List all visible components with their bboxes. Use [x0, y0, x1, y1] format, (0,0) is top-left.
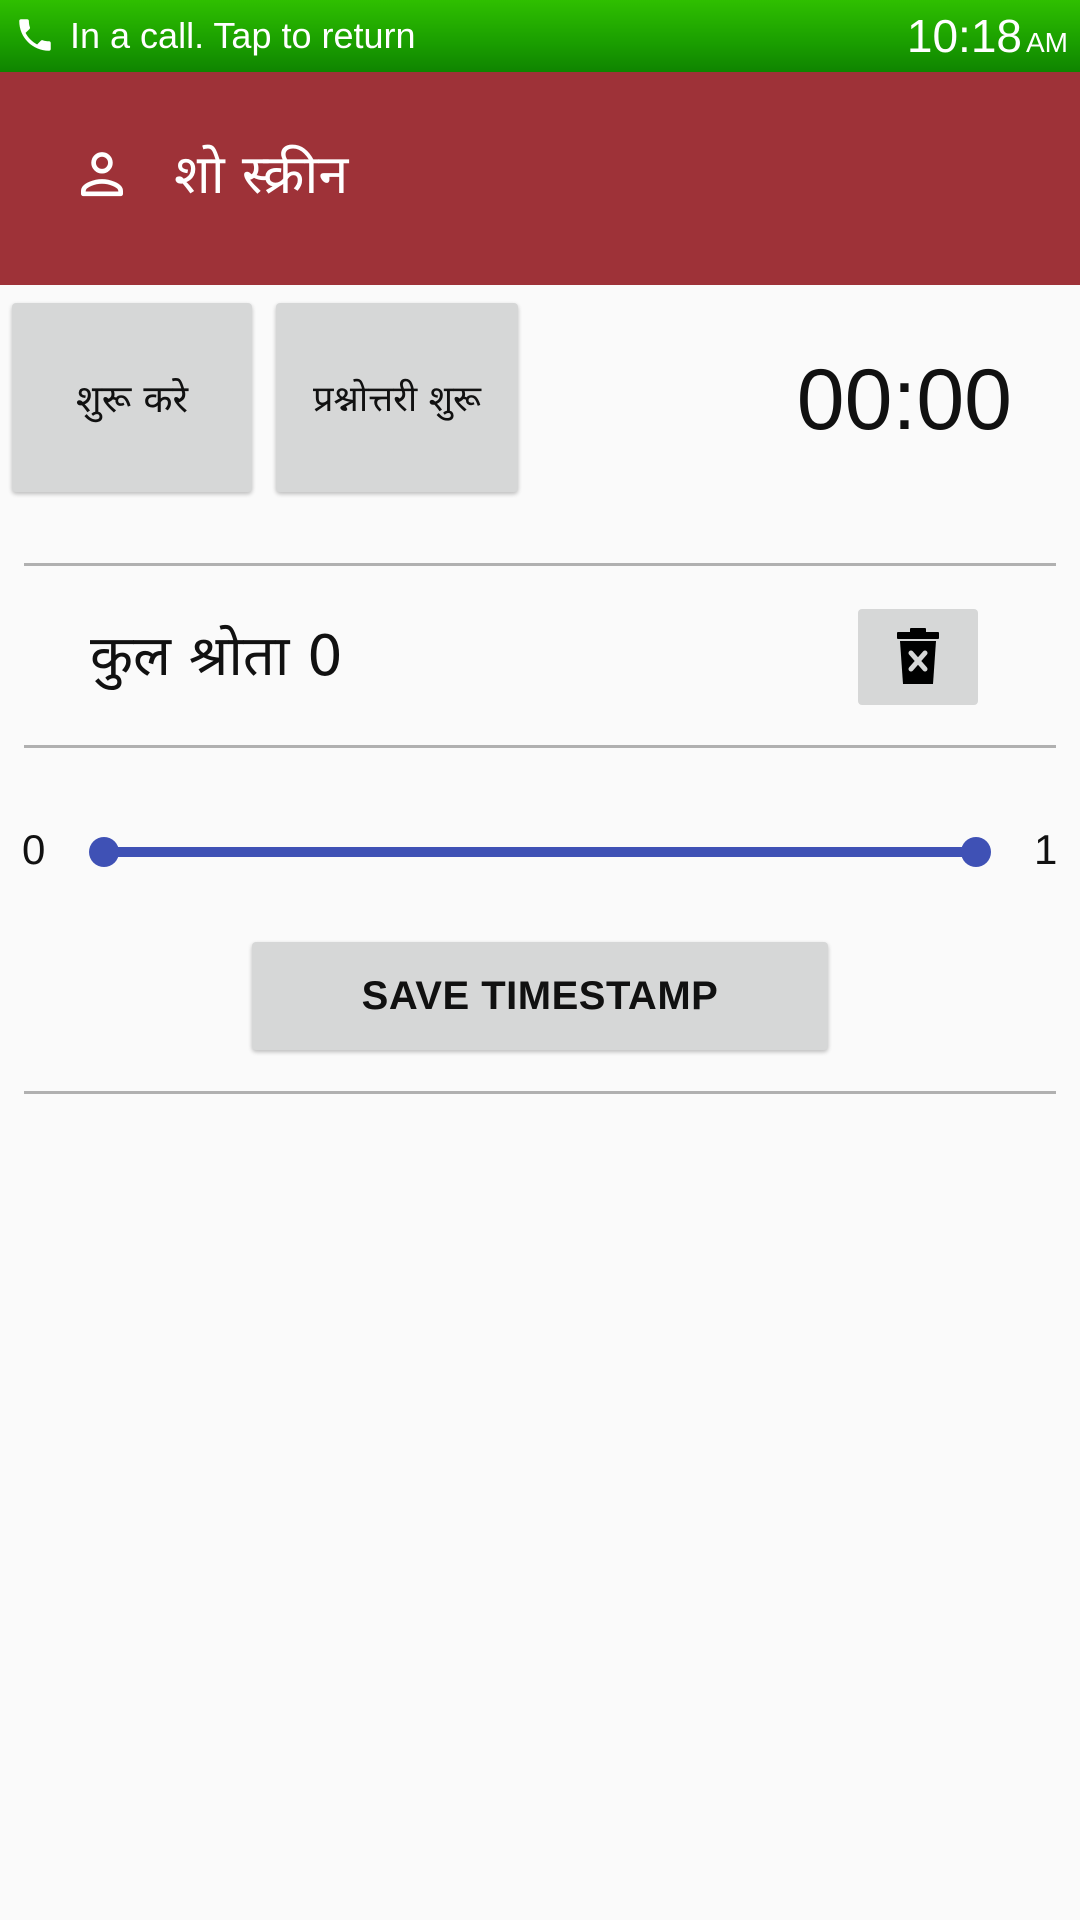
timer-display: 00:00	[796, 352, 1012, 448]
range-slider-track[interactable]	[104, 847, 976, 857]
start-quiz-button[interactable]: प्रश्नोत्तरी शुरू	[276, 303, 518, 492]
in-call-status-bar[interactable]: In a call. Tap to return 10:18 AM	[0, 0, 1080, 72]
range-slider-low-thumb[interactable]	[89, 837, 119, 867]
divider	[24, 745, 1056, 748]
delete-button[interactable]	[858, 609, 978, 705]
clock-time: 10:18	[906, 10, 1022, 62]
clock-ampm: AM	[1026, 27, 1068, 58]
page-title: शो स्क्रीन	[174, 143, 349, 206]
range-max-label: 1	[1034, 826, 1058, 873]
total-listeners-label: कुल श्रोता 0	[90, 624, 343, 689]
app-bar: शो स्क्रीन	[0, 72, 1080, 285]
screen: In a call. Tap to return 10:18 AM शो स्क्…	[0, 0, 1080, 1920]
divider	[24, 563, 1056, 566]
save-timestamp-button[interactable]: SAVE TIMESTAMP	[252, 942, 828, 1050]
person-icon[interactable]	[74, 146, 130, 202]
range-slider-high-thumb[interactable]	[961, 837, 991, 867]
range-min-label: 0	[22, 826, 46, 873]
phone-icon	[19, 19, 51, 51]
delete-icon	[897, 628, 939, 684]
call-status-text: In a call. Tap to return	[70, 15, 416, 56]
start-button[interactable]: शुरू करे	[12, 303, 252, 492]
divider	[24, 1091, 1056, 1094]
status-clock: 10:18 AM	[907, 10, 1068, 62]
